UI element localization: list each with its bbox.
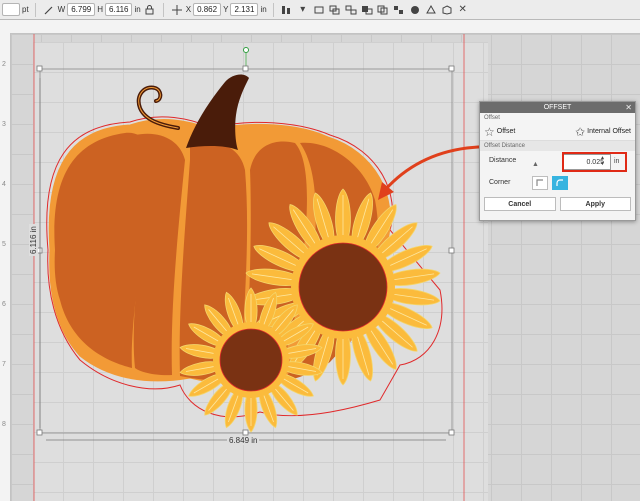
stroke-width-group: pt (2, 3, 29, 16)
ruler-number: 4 (2, 181, 6, 188)
offset-panel: OFFSET ✕ Offset ☆ Offset ✩ Internal Offs… (479, 101, 636, 221)
star-outline-icon: ☆ (484, 124, 495, 139)
x-input[interactable]: 0.862 (193, 3, 222, 16)
distance-slider-icon[interactable]: ▲ (532, 161, 539, 168)
width-label: W (57, 5, 66, 14)
align-dropdown-icon[interactable]: ▾ (296, 3, 310, 17)
toolbar-divider (162, 2, 164, 17)
width-input[interactable]: 6.799 (67, 3, 96, 16)
distribute-icon[interactable] (312, 3, 326, 17)
offset-mode-row: ☆ Offset ✩ Internal Offset (480, 123, 635, 141)
top-ruler (0, 20, 640, 34)
corner-label: Corner (489, 179, 511, 186)
corner-round-icon[interactable] (552, 176, 568, 190)
duplicate-icon[interactable] (376, 3, 390, 17)
height-input[interactable]: 6.116 (105, 3, 133, 16)
panel-close-icon[interactable]: ✕ (625, 102, 632, 113)
panel-title-text: OFFSET (543, 104, 572, 111)
align-icon[interactable] (280, 3, 294, 17)
ruler-number: 6 (2, 301, 6, 308)
y-input[interactable]: 2.131 (230, 3, 259, 16)
star-inner-icon: ✩ (575, 124, 586, 139)
height-dimension-label: 6.116 in (29, 224, 38, 256)
ruler-number: 2 (2, 61, 6, 68)
offset-mode-button[interactable]: ☆ Offset (484, 126, 515, 138)
ruler-number: 5 (2, 241, 6, 248)
panel-actions: Cancel Apply (480, 195, 635, 213)
height-label: H (97, 5, 104, 14)
replicate-icon[interactable] (392, 3, 406, 17)
left-ruler: 2 3 4 5 6 7 8 (0, 33, 11, 501)
arrange-icon[interactable] (360, 3, 374, 17)
offset-panel-title: OFFSET ✕ (480, 102, 635, 113)
corner-sharp-icon[interactable] (532, 176, 548, 190)
position-unit: in (260, 5, 267, 14)
position-group: X 0.862 Y 2.131 in (170, 3, 267, 17)
y-label: Y (223, 5, 229, 14)
width-dimension-label: 6.849 in (227, 436, 260, 445)
stroke-unit: pt (22, 5, 29, 14)
fill-icon[interactable] (408, 3, 422, 17)
panel-subtitle: Offset (484, 115, 500, 121)
distance-unit: in (614, 158, 620, 165)
ungroup-icon[interactable] (344, 3, 358, 17)
shape-icon[interactable] (424, 3, 438, 17)
apply-button[interactable]: Apply (559, 197, 631, 211)
cube-icon[interactable] (440, 3, 454, 17)
move-icon[interactable] (170, 3, 184, 17)
ruler-number: 8 (2, 421, 6, 428)
arrange-group: ▾ ✕ (280, 3, 470, 17)
ruler-number: 3 (2, 121, 6, 128)
toolbar-divider (272, 2, 274, 17)
height-unit: in (134, 5, 141, 14)
close-icon[interactable]: ✕ (456, 3, 470, 17)
x-label: X (185, 5, 192, 14)
internal-offset-button[interactable]: ✩ Internal Offset (575, 126, 631, 138)
top-toolbar: pt W 6.799 H 6.116 in X 0.862 Y 2.131 in… (0, 0, 640, 20)
distance-row: Distance ▲ 0.025 ▲ ▼ in (480, 151, 635, 173)
size-group: W 6.799 H 6.116 in (42, 3, 157, 17)
toolbar-divider (34, 2, 36, 17)
rotate-handle (243, 47, 249, 53)
internal-offset-label: Internal Offset (587, 128, 631, 135)
offset-mode-label: Offset (496, 128, 516, 135)
lock-icon[interactable] (143, 3, 157, 17)
distance-stepper-icon[interactable]: ▲ ▼ (600, 155, 605, 167)
ruler-number: 7 (2, 361, 6, 368)
distance-label: Distance (489, 157, 517, 164)
cancel-button[interactable]: Cancel (484, 197, 556, 211)
corner-row: Corner (480, 173, 635, 195)
group-icon[interactable] (328, 3, 342, 17)
offset-distance-section: Offset Distance (480, 141, 635, 151)
pen-icon[interactable] (42, 3, 56, 17)
stroke-width-input[interactable] (2, 3, 20, 16)
